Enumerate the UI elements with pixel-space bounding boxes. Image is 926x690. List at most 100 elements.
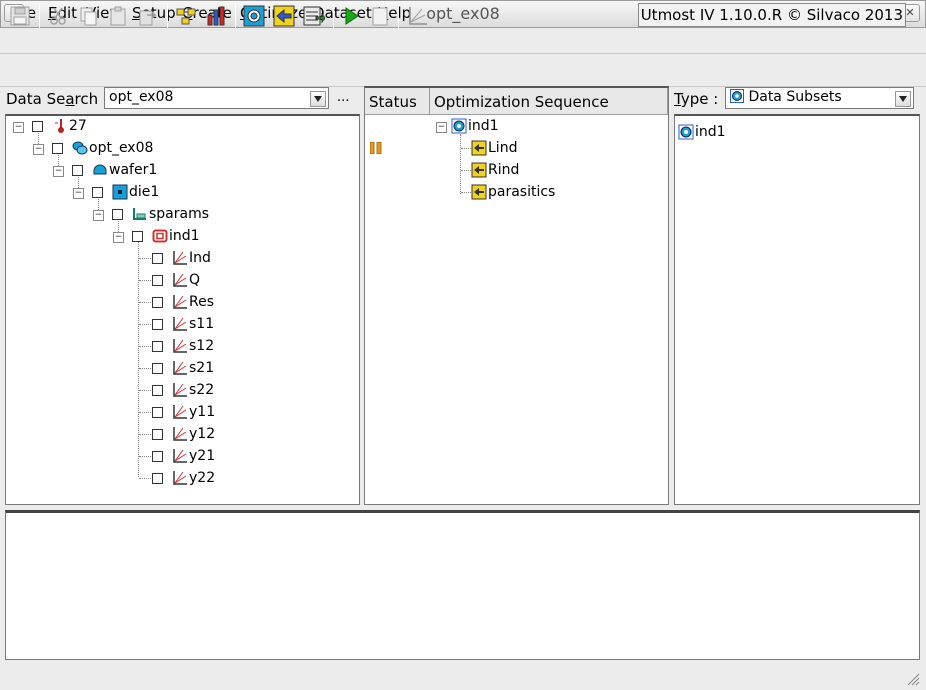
tree-checkbox[interactable] <box>152 450 163 462</box>
tree-checkbox[interactable] <box>32 120 43 132</box>
temperature-icon <box>55 119 64 133</box>
sequence-step[interactable]: Rind <box>471 160 519 180</box>
tree-checkbox[interactable] <box>152 362 163 374</box>
tree-checkbox[interactable] <box>152 252 163 264</box>
plot-icon <box>173 251 187 265</box>
plot-icon <box>173 361 187 375</box>
stop-icon[interactable] <box>367 3 393 29</box>
tree-line <box>139 368 151 369</box>
tree-checkbox[interactable] <box>152 384 163 396</box>
type-value: Data Subsets <box>748 89 842 105</box>
tree-node-wafer[interactable]: wafer1 <box>72 160 157 180</box>
target-icon <box>451 118 467 134</box>
plot-icon <box>173 471 187 485</box>
tree-node-target[interactable]: y11 <box>152 402 215 422</box>
link-sequence-icon[interactable] <box>173 3 199 29</box>
run-icon[interactable] <box>338 3 364 29</box>
tree-checkbox[interactable] <box>152 472 163 484</box>
tree-checkbox[interactable] <box>72 164 83 176</box>
plot-icon <box>173 449 187 463</box>
tree-node-die[interactable]: die1 <box>92 182 159 202</box>
tree-expander[interactable]: − <box>93 210 104 221</box>
type-combo[interactable]: Data Subsets <box>725 87 914 109</box>
tree-node-label: 27 <box>69 118 87 134</box>
tree-line <box>461 148 471 149</box>
type-label: Type : <box>674 90 719 108</box>
save-icon[interactable] <box>7 3 33 29</box>
sequence-root[interactable]: ind1 <box>451 116 499 136</box>
tree-node-root[interactable]: 27 <box>32 116 87 136</box>
tree-line <box>139 478 151 479</box>
sequence-step-label: parasitics <box>488 184 556 200</box>
tree-line <box>139 324 151 325</box>
toolbar-separator <box>235 4 236 28</box>
target-icon[interactable] <box>241 3 267 29</box>
tree-expander[interactable]: − <box>73 188 84 199</box>
wafer-icon <box>93 164 107 175</box>
tree-node-project[interactable]: opt_ex08 <box>52 138 153 158</box>
data-search-combo[interactable]: opt_ex08 <box>104 87 329 109</box>
tree-expander[interactable]: − <box>113 232 124 243</box>
subset-item[interactable]: ind1 <box>678 122 726 142</box>
tree-checkbox[interactable] <box>92 186 103 198</box>
copy-icon[interactable] <box>75 3 101 29</box>
paste-icon[interactable] <box>105 3 131 29</box>
tree-line <box>139 456 151 457</box>
tree-node-group[interactable]: sparams <box>112 204 209 224</box>
tree-expander[interactable]: − <box>53 166 64 177</box>
toolbar <box>0 55 926 87</box>
optimization-pane: Status Optimization Sequence − ind1 Lind… <box>364 86 669 505</box>
pause-status-icon <box>369 141 382 158</box>
delete-icon[interactable] <box>135 3 161 29</box>
log-pane[interactable] <box>5 510 920 660</box>
tree-line <box>139 302 151 303</box>
tree-line <box>461 192 471 193</box>
menu-bar <box>0 28 926 54</box>
tree-checkbox[interactable] <box>152 428 163 440</box>
data-search-value: opt_ex08 <box>109 89 174 105</box>
plot-icon[interactable] <box>404 3 430 29</box>
tree-line <box>139 280 151 281</box>
tree-checkbox[interactable] <box>152 274 163 286</box>
tree-node-label: y21 <box>189 448 216 464</box>
tree-node-target[interactable]: y12 <box>152 424 215 444</box>
tree-checkbox[interactable] <box>152 296 163 308</box>
tree-node-target[interactable]: s12 <box>152 336 214 356</box>
tree-expander[interactable]: − <box>33 144 44 155</box>
tree-checkbox[interactable] <box>132 230 143 242</box>
tree-node-target[interactable]: y22 <box>152 468 215 488</box>
tree-checkbox[interactable] <box>52 142 63 154</box>
toolbar-separator <box>167 4 168 28</box>
tree-node-target[interactable]: Ind <box>152 248 211 268</box>
statistics-icon[interactable] <box>203 3 229 29</box>
chevron-down-icon[interactable] <box>310 91 326 107</box>
export-table-icon[interactable] <box>301 3 327 29</box>
cut-icon[interactable] <box>45 3 71 29</box>
tree-checkbox[interactable] <box>112 208 123 220</box>
tree-node-label: opt_ex08 <box>89 140 154 156</box>
tree-node-label: s21 <box>189 360 215 376</box>
tree-checkbox[interactable] <box>152 406 163 418</box>
tree-line <box>139 346 151 347</box>
tree-node-target[interactable]: s22 <box>152 380 214 400</box>
tree-expander[interactable]: − <box>13 122 24 133</box>
sequence-step[interactable]: parasitics <box>471 182 555 202</box>
tree-node-target[interactable]: Q <box>152 270 200 290</box>
tree-node-label: y12 <box>189 426 216 442</box>
tree-node-device[interactable]: ind1 <box>132 226 200 246</box>
resize-grip-icon[interactable] <box>906 672 920 690</box>
sequence-column-header[interactable]: Optimization Sequence <box>430 88 668 115</box>
tree-checkbox[interactable] <box>152 318 163 330</box>
tree-checkbox[interactable] <box>152 340 163 352</box>
tree-node-target[interactable]: s21 <box>152 358 214 378</box>
status-bar <box>0 660 926 690</box>
tree-node-target[interactable]: y21 <box>152 446 215 466</box>
transfer-icon[interactable] <box>271 3 297 29</box>
chevron-down-icon[interactable] <box>895 91 911 107</box>
tree-node-target[interactable]: s11 <box>152 314 214 334</box>
data-search-more-button[interactable]: ... <box>337 90 349 105</box>
sequence-step[interactable]: Lind <box>471 138 517 158</box>
tree-node-target[interactable]: Res <box>152 292 214 312</box>
status-column-header[interactable]: Status <box>365 88 430 115</box>
tree-expander[interactable]: − <box>436 122 447 133</box>
